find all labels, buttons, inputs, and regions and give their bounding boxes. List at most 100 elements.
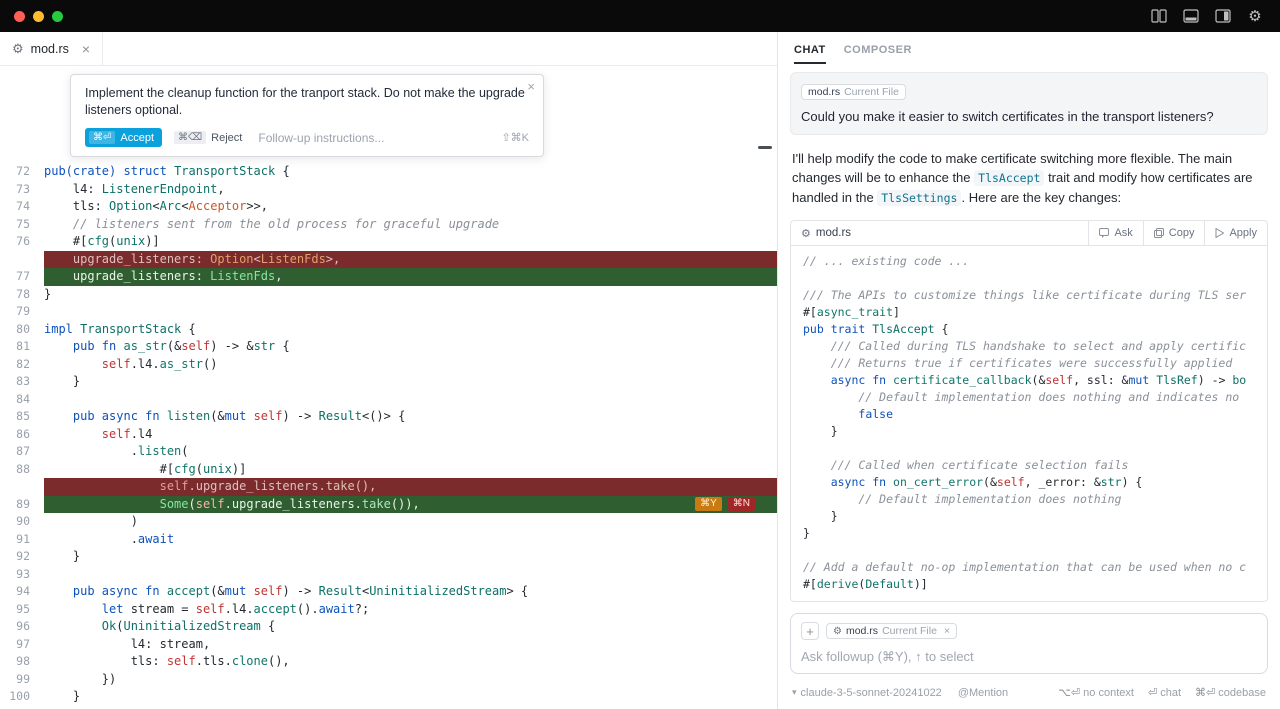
accept-shortcut: ⌘⏎ bbox=[89, 131, 115, 144]
shortcut-hint: ⌥⏎ no context bbox=[1058, 686, 1134, 699]
close-window-button[interactable] bbox=[14, 11, 25, 22]
titlebar: ⚙ bbox=[0, 0, 1280, 32]
code-line[interactable]: 99 }) bbox=[0, 671, 777, 689]
code-line[interactable]: 86 self.l4 bbox=[0, 426, 777, 444]
diff-shortcut-badge[interactable]: ⌘N bbox=[728, 497, 755, 511]
followup-instructions-input[interactable]: Follow-up instructions... bbox=[258, 131, 384, 145]
chat-input-box[interactable]: + ⚙ mod.rs Current File × Ask followup (… bbox=[790, 613, 1268, 674]
code-line[interactable]: upgrade_listeners: Option<ListenFds>, bbox=[0, 251, 777, 269]
apply-icon bbox=[1215, 228, 1224, 238]
code-lines: 72pub(crate) struct TransportStack {73 l… bbox=[0, 163, 777, 706]
line-number: 91 bbox=[0, 531, 44, 549]
code-line: #[async_trait] bbox=[803, 304, 1267, 321]
line-number: 95 bbox=[0, 601, 44, 619]
model-selector[interactable]: ▾ claude-3-5-sonnet-20241022 bbox=[792, 687, 942, 699]
code-line[interactable]: 97 l4: stream, bbox=[0, 636, 777, 654]
code-line[interactable]: 95 let stream = self.l4.accept().await?; bbox=[0, 601, 777, 619]
code-line[interactable]: 92 } bbox=[0, 548, 777, 566]
line-number: 92 bbox=[0, 548, 44, 566]
code-line[interactable]: 83 } bbox=[0, 373, 777, 391]
code-line[interactable]: 93 bbox=[0, 566, 777, 584]
code-line[interactable]: 88 #[cfg(unix)] bbox=[0, 461, 777, 479]
traffic-lights bbox=[0, 11, 63, 22]
code-line[interactable]: 72pub(crate) struct TransportStack { bbox=[0, 163, 777, 181]
code-line: async fn certificate_callback(&self, ssl… bbox=[803, 372, 1267, 389]
codeblock-body: // ... existing code .../// The APIs to … bbox=[791, 246, 1267, 601]
code-line[interactable]: 90 ) bbox=[0, 513, 777, 531]
line-number: 87 bbox=[0, 443, 44, 461]
shortcut-hint: ⏎ chat bbox=[1148, 686, 1181, 699]
line-number: 72 bbox=[0, 163, 44, 181]
apply-button[interactable]: Apply bbox=[1204, 221, 1267, 245]
code-line[interactable]: 80impl TransportStack { bbox=[0, 321, 777, 339]
code-line: // Default implementation does nothing a… bbox=[803, 389, 1267, 406]
prompt-text: Implement the cleanup function for the t… bbox=[85, 85, 525, 119]
code-line[interactable]: 74 tls: Option<Arc<Acceptor>>, bbox=[0, 198, 777, 216]
code-line[interactable]: 82 self.l4.as_str() bbox=[0, 356, 777, 374]
code-line[interactable]: self.upgrade_listeners.take(), bbox=[0, 478, 777, 496]
code-line[interactable]: 77 upgrade_listeners: ListenFds, bbox=[0, 268, 777, 286]
line-number: 88 bbox=[0, 461, 44, 479]
code-line: /// Called during TLS handshake to selec… bbox=[803, 338, 1267, 355]
ask-button[interactable]: Ask bbox=[1088, 221, 1142, 245]
code-line[interactable]: 78} bbox=[0, 286, 777, 304]
model-name: claude-3-5-sonnet-20241022 bbox=[801, 687, 942, 699]
editor-panel: ⚙ mod.rs × × Implement the cleanup funct… bbox=[0, 32, 778, 709]
reject-button[interactable]: ⌘⌫ Reject bbox=[174, 131, 242, 144]
line-number: 100 bbox=[0, 688, 44, 706]
maximize-window-button[interactable] bbox=[52, 11, 63, 22]
app-window: ⚙ ⚙ mod.rs × × Implement the cleanup fun… bbox=[0, 0, 1280, 709]
minimize-window-button[interactable] bbox=[33, 11, 44, 22]
close-icon[interactable]: × bbox=[527, 79, 535, 94]
line-number: 85 bbox=[0, 408, 44, 426]
inline-code: TlsAccept bbox=[974, 170, 1044, 186]
code-line[interactable]: 100 } bbox=[0, 688, 777, 706]
mention-button[interactable]: @Mention bbox=[958, 687, 1008, 699]
remove-context-icon[interactable]: × bbox=[944, 625, 950, 637]
tab-composer[interactable]: COMPOSER bbox=[844, 44, 912, 64]
tab-chat[interactable]: CHAT bbox=[794, 44, 826, 64]
code-line[interactable]: 85 pub async fn listen(&mut self) -> Res… bbox=[0, 408, 777, 426]
at-icon: @ bbox=[958, 687, 969, 699]
code-line[interactable]: 98 tls: self.tls.clone(), bbox=[0, 653, 777, 671]
rust-file-icon: ⚙ bbox=[833, 626, 842, 637]
code-line[interactable]: 87 .listen( bbox=[0, 443, 777, 461]
line-number: 90 bbox=[0, 513, 44, 531]
chat-panel: CHAT COMPOSER mod.rs Current File Could … bbox=[778, 32, 1280, 709]
code-line[interactable]: 89 Some(self.upgrade_listeners.take()),⌘… bbox=[0, 496, 777, 514]
scrollbar-thumb[interactable] bbox=[758, 146, 772, 149]
chat-input-placeholder[interactable]: Ask followup (⌘Y), ↑ to select bbox=[801, 649, 1257, 665]
code-line[interactable]: 81 pub fn as_str(&self) -> &str { bbox=[0, 338, 777, 356]
code-editor[interactable]: × Implement the cleanup function for the… bbox=[0, 66, 777, 709]
diff-shortcut-badge[interactable]: ⌘Y bbox=[695, 497, 722, 511]
tab-mod-rs[interactable]: ⚙ mod.rs × bbox=[0, 32, 103, 65]
accept-button[interactable]: ⌘⏎ Accept bbox=[85, 128, 162, 147]
toggle-panel-icon[interactable] bbox=[1182, 8, 1200, 24]
code-line[interactable]: 76 #[cfg(unix)] bbox=[0, 233, 777, 251]
shortcut-hints: ⌥⏎ no context ⏎ chat ⌘⏎ codebase bbox=[1058, 686, 1266, 699]
line-number: 96 bbox=[0, 618, 44, 636]
code-line[interactable]: 91 .await bbox=[0, 531, 777, 549]
line-number: 81 bbox=[0, 338, 44, 356]
chip-sublabel: Current File bbox=[844, 86, 899, 98]
copy-button[interactable]: Copy bbox=[1143, 221, 1205, 245]
code-line[interactable]: 79 bbox=[0, 303, 777, 321]
code-line[interactable]: 75 // listeners sent from the old proces… bbox=[0, 216, 777, 234]
code-line[interactable]: 84 bbox=[0, 391, 777, 409]
tab-close-icon[interactable]: × bbox=[82, 41, 90, 57]
shortcut-hint: ⌘⏎ codebase bbox=[1195, 686, 1266, 699]
settings-gear-icon[interactable]: ⚙ bbox=[1246, 8, 1264, 24]
input-context-chip[interactable]: ⚙ mod.rs Current File × bbox=[826, 623, 957, 639]
code-line: /// Called when certificate selection fa… bbox=[803, 457, 1267, 474]
code-line[interactable]: 96 Ok(UninitializedStream { bbox=[0, 618, 777, 636]
context-file-chip[interactable]: mod.rs Current File bbox=[801, 84, 906, 100]
chat-footer: ▾ claude-3-5-sonnet-20241022 @Mention ⌥⏎… bbox=[778, 680, 1280, 709]
line-number: 79 bbox=[0, 303, 44, 321]
code-line[interactable]: 73 l4: ListenerEndpoint, bbox=[0, 181, 777, 199]
add-context-button[interactable]: + bbox=[801, 622, 819, 640]
toggle-sidebar-icon[interactable] bbox=[1214, 8, 1232, 24]
split-editor-icon[interactable] bbox=[1150, 8, 1168, 24]
code-line[interactable]: 94 pub async fn accept(&mut self) -> Res… bbox=[0, 583, 777, 601]
line-number: 93 bbox=[0, 566, 44, 584]
line-number: 99 bbox=[0, 671, 44, 689]
